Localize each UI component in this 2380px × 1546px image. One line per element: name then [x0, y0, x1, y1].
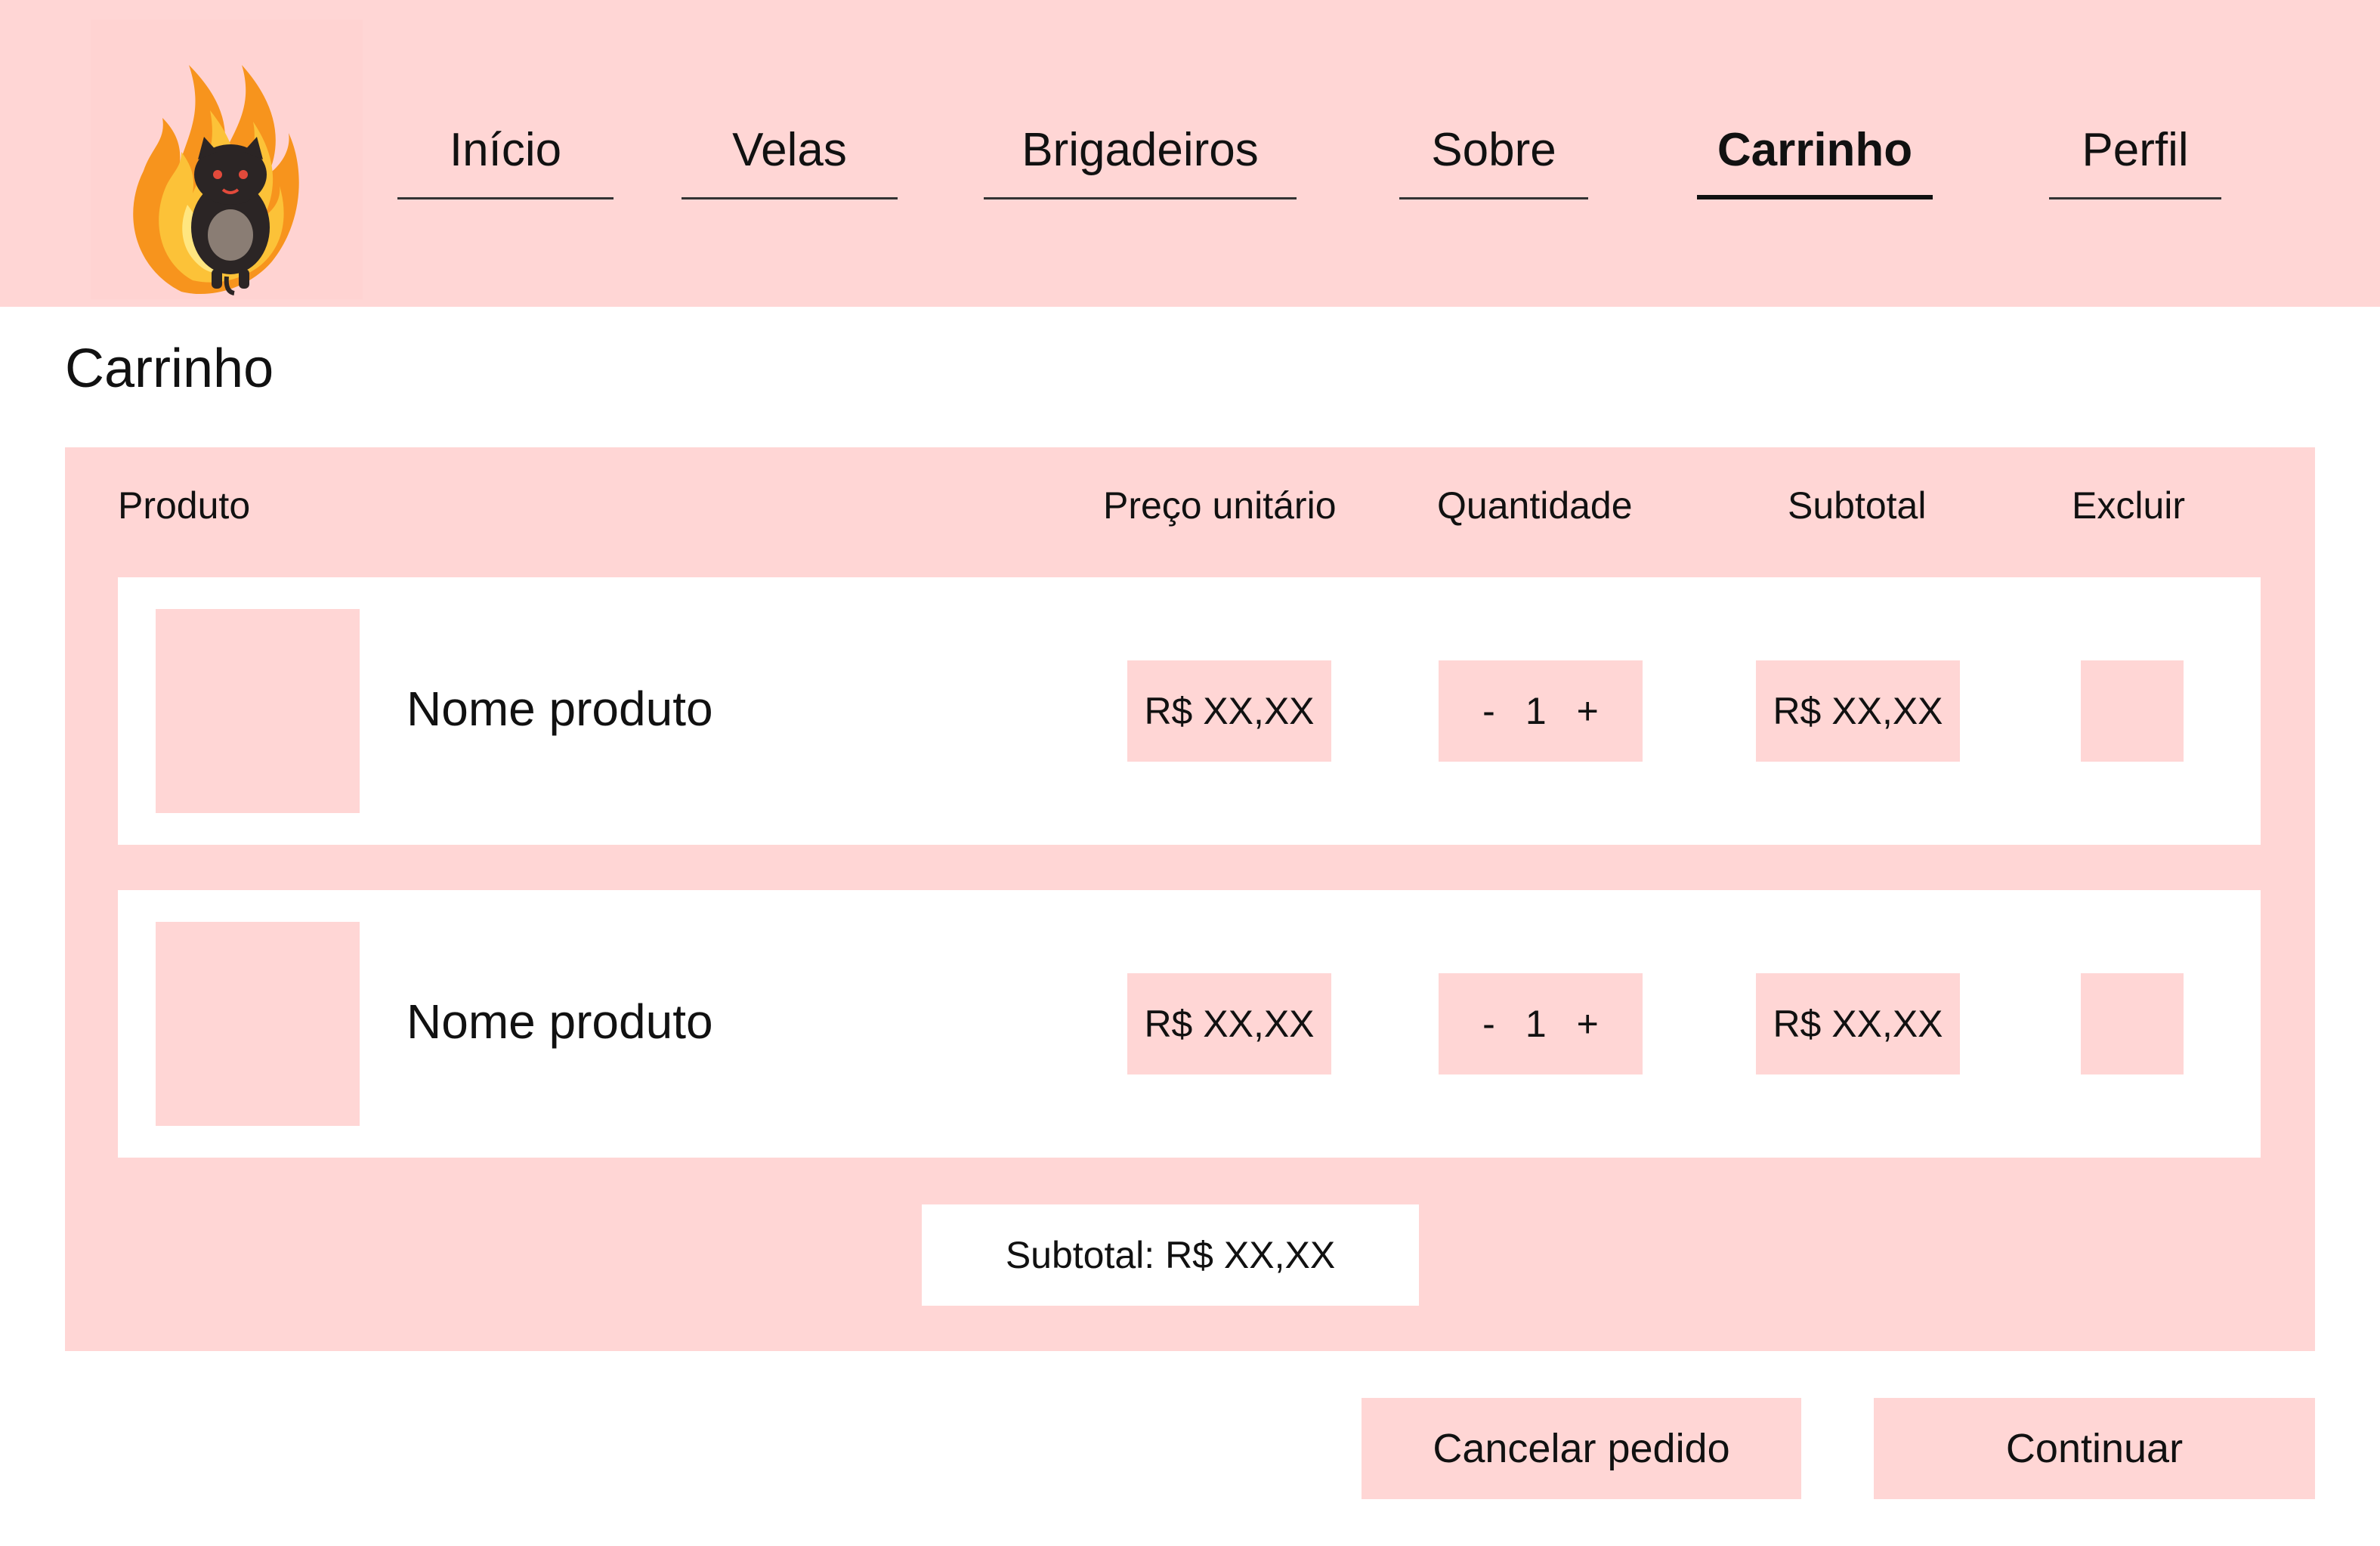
cart-panel: Produto Preço unitário Quantidade Subtot… — [65, 447, 2315, 1351]
nav-brigadeiros[interactable]: Brigadeiros — [984, 121, 1297, 199]
column-header-unit-price: Preço unitário — [1103, 484, 1337, 527]
continue-button[interactable]: Continuar — [1874, 1398, 2315, 1499]
delete-item-button[interactable] — [2081, 973, 2184, 1074]
item-subtotal: R$ XX,XX — [1756, 660, 1960, 762]
increase-quantity-button[interactable]: + — [1574, 689, 1602, 733]
cart-item-row: Nome produto R$ XX,XX - 1 + R$ XX,XX — [118, 577, 2261, 845]
nav-sobre[interactable]: Sobre — [1399, 121, 1588, 199]
unit-price: R$ XX,XX — [1127, 973, 1331, 1074]
nav-carrinho[interactable]: Carrinho — [1697, 121, 1933, 199]
column-header-quantity: Quantidade — [1437, 484, 1633, 527]
decrease-quantity-button[interactable]: - — [1479, 1002, 1498, 1046]
delete-item-button[interactable] — [2081, 660, 2184, 762]
nav-velas[interactable]: Velas — [682, 121, 898, 199]
cancel-order-button[interactable]: Cancelar pedido — [1362, 1398, 1801, 1499]
increase-quantity-button[interactable]: + — [1574, 1002, 1602, 1046]
cart-subtotal: Subtotal: R$ XX,XX — [922, 1204, 1419, 1306]
nav-inicio[interactable]: Início — [397, 121, 614, 199]
site-header: Início Velas Brigadeiros Sobre Carrinho … — [0, 0, 2380, 307]
cart-item-row: Nome produto R$ XX,XX - 1 + R$ XX,XX — [118, 890, 2261, 1158]
decrease-quantity-button[interactable]: - — [1479, 689, 1498, 733]
column-header-subtotal: Subtotal — [1788, 484, 1927, 527]
page-title: Carrinho — [65, 339, 274, 399]
product-image — [156, 922, 360, 1126]
flame-cat-logo-icon[interactable] — [91, 20, 363, 299]
column-header-delete: Excluir — [2072, 484, 2186, 527]
product-image — [156, 609, 360, 813]
quantity-stepper: - 1 + — [1439, 973, 1643, 1074]
product-name: Nome produto — [406, 682, 713, 736]
unit-price: R$ XX,XX — [1127, 660, 1331, 762]
quantity-value: 1 — [1525, 690, 1547, 732]
product-name: Nome produto — [406, 994, 713, 1049]
quantity-value: 1 — [1525, 1003, 1547, 1045]
column-header-product: Produto — [118, 484, 251, 527]
item-subtotal: R$ XX,XX — [1756, 973, 1960, 1074]
quantity-stepper: - 1 + — [1439, 660, 1643, 762]
nav-perfil[interactable]: Perfil — [2049, 121, 2221, 199]
